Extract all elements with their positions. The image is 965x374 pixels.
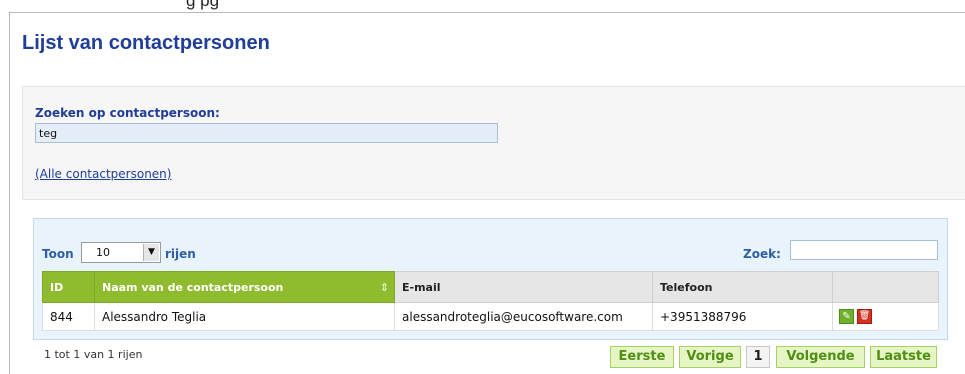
dropdown-arrow-icon[interactable]: ▼: [143, 244, 159, 261]
column-header-actions: [832, 271, 939, 303]
search-label: Zoeken op contactpersoon:: [35, 106, 220, 120]
sort-icon: ⇕: [379, 280, 389, 294]
cell-name: Alessandro Teglia: [94, 302, 395, 331]
column-header-id-label: ID: [50, 280, 64, 294]
column-header-name[interactable]: Naam van de contactpersoon ⇕: [94, 271, 395, 303]
show-label: Toon: [42, 247, 74, 261]
pagination-previous-button[interactable]: Vorige: [679, 346, 741, 368]
column-header-phone-label: Telefoon: [660, 280, 713, 294]
cell-actions: ✎ 🗑: [832, 302, 939, 331]
all-contacts-link[interactable]: (Alle contactpersonen): [35, 167, 171, 181]
table-search-label: Zoek:: [743, 247, 781, 261]
contacts-table: ID Naam van de contactpersoon ⇕ E-mail Te…: [42, 271, 939, 331]
cell-id: 844: [42, 302, 95, 331]
rows-label: rijen: [165, 247, 196, 261]
contacts-table-panel: Toon 10 ▼ rijen Zoek: ID Naam van de con…: [33, 218, 948, 340]
page-title: Lijst van contactpersonen: [22, 32, 270, 54]
rows-per-page-select[interactable]: 10 ▼: [81, 242, 161, 263]
pagination-next-button[interactable]: Volgende: [776, 346, 865, 368]
column-header-phone[interactable]: Telefoon: [652, 271, 833, 303]
rows-per-page-value: 10: [96, 246, 110, 259]
table-header-row: ID Naam van de contactpersoon ⇕ E-mail Te…: [42, 271, 939, 303]
pagination-first-button[interactable]: Eerste: [610, 346, 674, 368]
cell-email: alessandroteglia@eucosoftware.com: [394, 302, 653, 331]
contact-search-input[interactable]: [35, 123, 498, 143]
top-caption: g pg: [186, 0, 220, 10]
delete-icon[interactable]: 🗑: [857, 309, 872, 324]
search-panel: Zoeken op contactpersoon: (Alle contactp…: [22, 86, 965, 200]
pagination-page-1[interactable]: 1: [746, 346, 770, 368]
cell-phone: +3951388796: [652, 302, 833, 331]
pagination-last-button[interactable]: Laatste: [870, 346, 937, 368]
table-row: 844 Alessandro Teglia alessandroteglia@e…: [42, 302, 939, 331]
table-info: 1 tot 1 van 1 rijen: [44, 348, 143, 361]
edit-icon[interactable]: ✎: [839, 309, 854, 324]
column-header-id[interactable]: ID: [42, 271, 95, 303]
table-search-input[interactable]: [790, 240, 938, 260]
column-header-email[interactable]: E-mail: [394, 271, 653, 303]
column-header-name-label: Naam van de contactpersoon: [102, 280, 284, 294]
column-header-email-label: E-mail: [402, 280, 441, 294]
